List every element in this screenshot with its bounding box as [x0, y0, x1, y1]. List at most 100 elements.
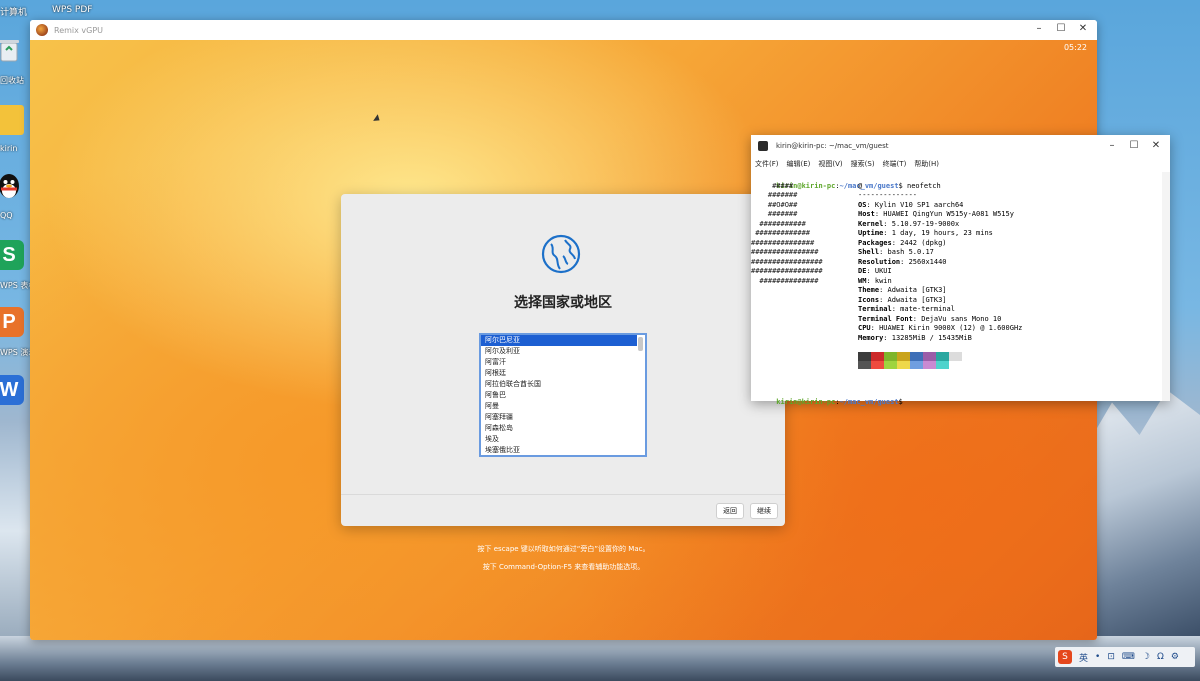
- omega-icon[interactable]: Ω: [1157, 652, 1164, 662]
- desktop-icon-label: QQ: [0, 211, 13, 220]
- info-value: bash 5.0.17: [887, 248, 934, 256]
- maximize-icon[interactable]: ☐: [1128, 140, 1140, 152]
- color-swatch: [910, 352, 923, 361]
- prompt-user: kirin@kirin-pc: [776, 397, 836, 406]
- info-line: DE: UKUI: [858, 267, 892, 275]
- menu-search[interactable]: 搜索(S): [851, 159, 875, 169]
- info-key: Terminal Font: [858, 314, 913, 323]
- continue-button[interactable]: 继续: [750, 503, 778, 519]
- wps-writer-icon[interactable]: W: [0, 375, 24, 405]
- neofetch-separator: --------------: [858, 191, 918, 199]
- menu-file[interactable]: 文件(F): [755, 159, 779, 169]
- info-line: Resolution: 2560x1440: [858, 257, 947, 266]
- vm-window-title: Remix vGPU: [54, 25, 104, 35]
- back-button[interactable]: 返回: [716, 503, 744, 519]
- info-line: Packages: 2442 (dpkg): [858, 238, 947, 247]
- keyboard-icon[interactable]: ⌨: [1122, 652, 1135, 662]
- info-key: Shell: [858, 248, 880, 256]
- setup-dialog: 选择国家或地区 阿尔巴尼亚 阿尔及利亚 阿富汗 阿根廷 阿拉伯联合酋长国 阿鲁巴…: [341, 194, 785, 526]
- info-key: CPU: [858, 324, 871, 332]
- maximize-icon[interactable]: ☐: [1055, 23, 1067, 35]
- info-line: Host: HUAWEI QingYun W515y-A081 W515y: [858, 210, 1014, 218]
- color-swatch: [936, 360, 949, 369]
- country-item[interactable]: 阿尔及利亚: [481, 346, 637, 357]
- neofetch-header: @: [858, 181, 863, 190]
- command-text: neofetch: [906, 181, 941, 190]
- folder-icon[interactable]: [0, 105, 24, 135]
- wps-sheet-icon[interactable]: S: [0, 240, 24, 270]
- menu-help[interactable]: 帮助(H): [914, 159, 939, 169]
- desktop-icon-label: kirin: [0, 144, 18, 153]
- setup-title: 选择国家或地区: [514, 295, 612, 311]
- minimize-icon[interactable]: –: [1033, 23, 1045, 35]
- menu-view[interactable]: 视图(V): [818, 159, 842, 169]
- dialog-divider: [341, 494, 785, 495]
- close-icon[interactable]: ✕: [1150, 140, 1162, 152]
- country-item[interactable]: 阿森松岛: [481, 423, 637, 434]
- info-value: Kylin V10 SP1 aarch64: [874, 200, 964, 209]
- ascii-logo-line: #######: [751, 210, 798, 218]
- settings-icon[interactable]: ⚙: [1171, 652, 1179, 662]
- desktop-icon-label: 回收站: [0, 76, 24, 85]
- desktop-label-computer: 计算机: [0, 8, 28, 18]
- info-key: Kernel: [858, 219, 884, 228]
- list-scrollbar[interactable]: [638, 337, 643, 351]
- color-swatch: [949, 360, 962, 369]
- qq-icon[interactable]: [0, 172, 24, 202]
- color-swatch: [923, 352, 936, 361]
- color-swatch: [858, 360, 871, 369]
- minimize-icon[interactable]: –: [1106, 140, 1118, 152]
- ascii-logo-line: ##O#O##: [751, 200, 798, 209]
- country-item[interactable]: 阿曼: [481, 401, 637, 412]
- info-value: HUAWEI Kirin 9000X (12) @ 1.600GHz: [879, 324, 1023, 332]
- vm-titlebar[interactable]: Remix vGPU – ☐ ✕: [30, 20, 1097, 40]
- info-key: Host: [858, 210, 875, 218]
- trash-icon[interactable]: [0, 35, 24, 65]
- country-item[interactable]: 埃塞俄比亚: [481, 445, 637, 455]
- terminal-scrollbar[interactable]: [1162, 172, 1170, 401]
- country-item[interactable]: 阿塞拜疆: [481, 412, 637, 423]
- menu-terminal[interactable]: 终端(T): [883, 159, 907, 169]
- color-swatch: [936, 352, 949, 361]
- country-list[interactable]: 阿尔巴尼亚 阿尔及利亚 阿富汗 阿根廷 阿拉伯联合酋长国 阿鲁巴 阿曼 阿塞拜疆…: [479, 333, 647, 457]
- info-key: Terminal: [858, 305, 892, 313]
- color-swatch: [871, 360, 884, 369]
- input-language[interactable]: 英: [1079, 651, 1088, 664]
- color-swatch: [949, 352, 962, 361]
- sogou-ime-icon[interactable]: S: [1058, 650, 1072, 664]
- info-value: UKUI: [874, 267, 892, 275]
- info-line: Shell: bash 5.0.17: [858, 248, 934, 256]
- ascii-logo-line: ################: [751, 248, 819, 256]
- country-item[interactable]: 阿鲁巴: [481, 390, 637, 401]
- country-item[interactable]: 阿拉伯联合酋长国: [481, 379, 637, 390]
- color-swatch: [884, 360, 897, 369]
- voiceover-hint: 按下 escape 键以听取如何通过“旁白”设置你的 Mac。: [477, 545, 650, 553]
- color-swatch: [897, 352, 910, 361]
- color-swatch: [884, 352, 897, 361]
- country-item[interactable]: 阿根廷: [481, 368, 637, 379]
- info-key: Uptime: [858, 229, 884, 237]
- menu-edit[interactable]: 编辑(E): [787, 159, 811, 169]
- info-key: Theme: [858, 286, 880, 294]
- tray-screen-icon[interactable]: ⊡: [1107, 652, 1115, 662]
- info-line: OS: Kylin V10 SP1 aarch64: [858, 200, 964, 209]
- info-value: Adwaita [GTK3]: [887, 286, 947, 294]
- info-line: Memory: 13285MiB / 15435MiB: [858, 333, 972, 342]
- info-key: Icons: [858, 295, 880, 304]
- country-item[interactable]: 阿富汗: [481, 357, 637, 368]
- country-item[interactable]: 阿尔巴尼亚: [481, 335, 637, 346]
- moon-icon[interactable]: ☽: [1142, 652, 1150, 662]
- close-icon[interactable]: ✕: [1077, 23, 1089, 35]
- info-value: kwin: [874, 276, 892, 285]
- info-key: Resolution: [858, 257, 901, 266]
- system-tray: S 英 • ⊡ ⌨ ☽ Ω ⚙: [1055, 647, 1195, 667]
- terminal-titlebar[interactable]: kirin@kirin-pc: ~/mac_vm/guest – ☐ ✕: [751, 135, 1170, 157]
- terminal-output[interactable]: kirin@kirin-pc:~/mac_vm/guest$ neofetch …: [751, 172, 1162, 406]
- info-key: Packages: [858, 238, 892, 247]
- country-item[interactable]: 埃及: [481, 434, 637, 445]
- ascii-logo-line: #################: [751, 267, 823, 275]
- info-line: Terminal Font: DejaVu sans Mono 10: [858, 314, 1002, 323]
- tray-dot-icon[interactable]: •: [1095, 652, 1100, 662]
- wps-ppt-icon[interactable]: P: [0, 307, 24, 337]
- desktop-wallpaper-bottom: [0, 636, 1200, 681]
